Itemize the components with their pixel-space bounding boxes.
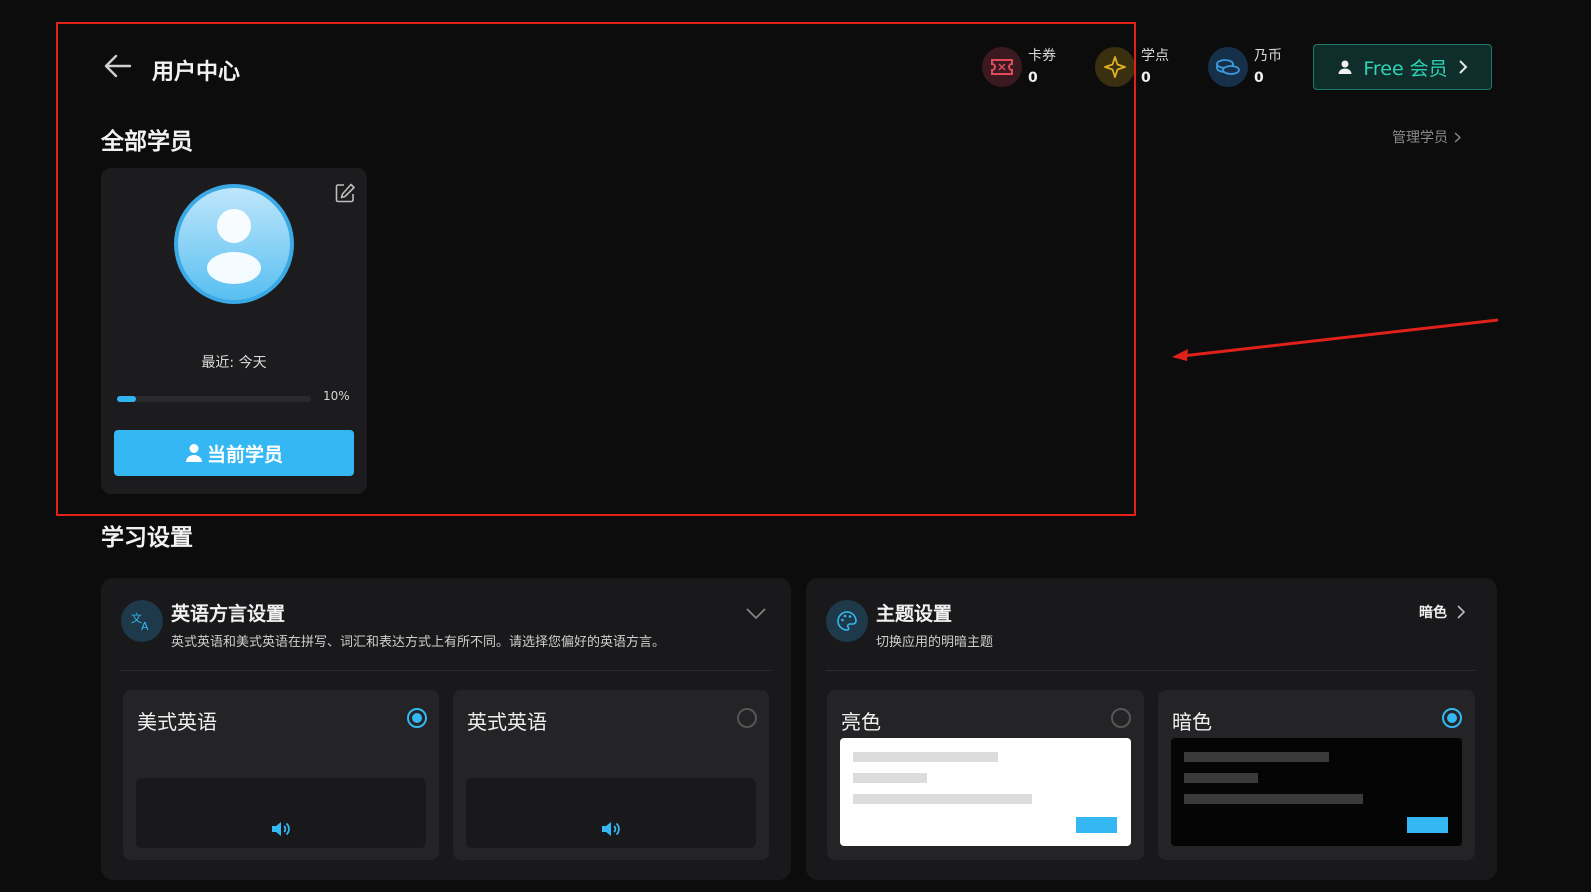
option-american-english[interactable]: 美式英语: [123, 690, 439, 860]
audio-preview[interactable]: [466, 778, 756, 848]
divider: [121, 670, 771, 671]
option-label: 暗色: [1172, 710, 1212, 734]
stat-value: 0: [1141, 70, 1151, 86]
manage-students-label: 管理学员: [1392, 130, 1448, 146]
coins-icon: [1208, 47, 1248, 87]
settings-section-title: 学习设置: [101, 525, 193, 551]
radio-unselected[interactable]: [737, 708, 757, 728]
chevron-right-icon: [1458, 60, 1468, 74]
current-theme-value: 暗色: [1419, 605, 1447, 621]
light-theme-preview: [840, 738, 1131, 846]
speaker-icon[interactable]: [600, 820, 622, 838]
stat-value: 0: [1254, 70, 1264, 86]
dialect-title: 英语方言设置: [171, 603, 286, 625]
dialect-settings-panel: 文 A 英语方言设置 英式英语和美式英语在拼写、词汇和表达方式上有所不同。请选择…: [101, 578, 791, 880]
option-label: 亮色: [841, 710, 881, 734]
translate-icon: 文 A: [121, 600, 163, 642]
member-button-label: Free 会员: [1363, 57, 1448, 80]
stat-label: 学点: [1141, 48, 1169, 64]
radio-selected[interactable]: [407, 708, 427, 728]
option-british-english[interactable]: 英式英语: [453, 690, 769, 860]
current-theme-link[interactable]: 暗色: [1419, 602, 1465, 622]
annotation-arrow-icon: [1172, 318, 1499, 361]
manage-students-link[interactable]: 管理学员: [1392, 127, 1461, 147]
theme-settings-panel: 主题设置 切换应用的明暗主题 暗色 亮色 暗色: [806, 578, 1497, 880]
option-label: 英式英语: [467, 710, 547, 734]
option-light-theme[interactable]: 亮色: [827, 690, 1144, 860]
theme-description: 切换应用的明暗主题: [876, 635, 994, 650]
speaker-icon[interactable]: [270, 820, 292, 838]
stat-label: 乃币: [1254, 48, 1282, 64]
divider: [826, 670, 1476, 671]
radio-selected[interactable]: [1442, 708, 1462, 728]
palette-icon: [826, 600, 868, 642]
audio-preview[interactable]: [136, 778, 426, 848]
annotation-highlight-box: [56, 22, 1136, 516]
theme-title: 主题设置: [876, 603, 953, 625]
option-label: 美式英语: [137, 710, 217, 734]
stat-coins[interactable]: 乃币 0: [1208, 46, 1282, 88]
chevron-right-icon: [1454, 131, 1461, 143]
option-dark-theme[interactable]: 暗色: [1158, 690, 1475, 860]
dialect-description: 英式英语和美式英语在拼写、词汇和表达方式上有所不同。请选择您偏好的英语方言。: [171, 635, 666, 650]
chevron-right-icon: [1457, 605, 1465, 619]
free-member-button[interactable]: Free 会员: [1313, 44, 1492, 90]
radio-unselected[interactable]: [1111, 708, 1131, 728]
svg-text:A: A: [141, 620, 149, 632]
chevron-down-icon[interactable]: [746, 608, 766, 620]
user-icon: [1338, 60, 1352, 74]
dark-theme-preview: [1171, 738, 1462, 846]
